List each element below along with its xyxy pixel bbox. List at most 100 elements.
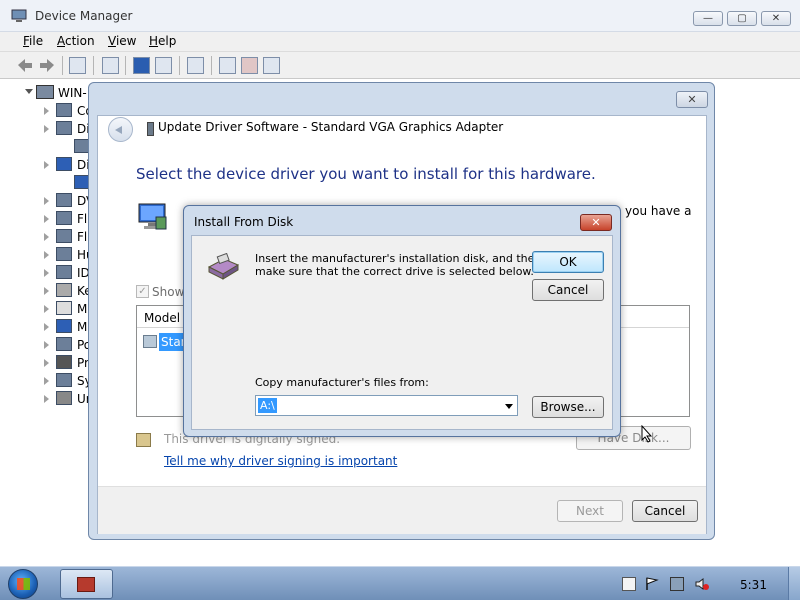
instruction-line-1: Insert the manufacturer's installation d… (255, 252, 542, 265)
cancel-button[interactable]: Cancel (632, 500, 698, 522)
usb-icon (56, 391, 72, 405)
display-adapter-icon (56, 157, 72, 171)
menu-action[interactable]: Action (57, 34, 95, 48)
computer-icon (36, 85, 54, 99)
path-value[interactable]: A:\ (258, 398, 277, 413)
back-arrow-icon[interactable] (16, 57, 34, 74)
dvd-drive-icon (56, 193, 72, 207)
network-icon[interactable] (670, 577, 684, 591)
monitor-icon (138, 203, 167, 230)
next-button[interactable]: Next (557, 500, 623, 522)
tree-root-label: WIN- (58, 86, 87, 100)
expand-arrow-icon[interactable] (44, 287, 49, 295)
title-bar: Device Manager — ▢ ✕ (0, 0, 800, 32)
show-desktop-button[interactable] (788, 567, 800, 600)
show-compatible-label: Show (152, 285, 185, 299)
expand-arrow-icon[interactable] (44, 359, 49, 367)
help-icon[interactable] (133, 57, 150, 74)
port-icon (56, 337, 72, 351)
expand-arrow-icon[interactable] (44, 251, 49, 259)
install-from-disk-client: Insert the manufacturer's installation d… (191, 235, 613, 430)
enable-device-icon[interactable] (263, 57, 280, 74)
tree-node-label: Fl (77, 230, 88, 244)
action-center-flag-icon[interactable] (645, 577, 659, 591)
toolbar-separator (93, 56, 94, 75)
toolbar-separator (211, 56, 212, 75)
ok-button[interactable]: OK (532, 251, 604, 273)
close-button[interactable]: ✕ (761, 11, 791, 26)
taskbar: 5:31 (0, 566, 800, 600)
expand-arrow-icon[interactable] (44, 305, 49, 313)
device-icon (56, 121, 72, 135)
show-hide-tree-icon[interactable] (69, 57, 86, 74)
expand-arrow-icon[interactable] (44, 215, 49, 223)
dialog-footer: Next Cancel (98, 486, 706, 534)
install-from-disk-close-button[interactable]: ✕ (580, 214, 612, 231)
signed-driver-icon (136, 433, 151, 447)
dropdown-arrow-icon[interactable] (505, 404, 513, 409)
update-driver-close-button[interactable]: ✕ (676, 91, 708, 108)
toolbar-separator (125, 56, 126, 75)
toolbar-separator (179, 56, 180, 75)
floppy-controller-icon (56, 229, 72, 243)
expand-arrow-icon[interactable] (44, 107, 49, 115)
partial-instruction-text: you have a (625, 204, 692, 218)
ide-controller-icon (56, 265, 72, 279)
menu-view[interactable]: View (108, 34, 136, 48)
expand-arrow-icon[interactable] (44, 269, 49, 277)
expand-arrow-icon[interactable] (44, 161, 49, 169)
browse-button[interactable]: Browse... (532, 396, 604, 418)
uninstall-icon[interactable] (241, 57, 258, 74)
hid-icon (56, 247, 72, 261)
model-header-label: Model (144, 311, 181, 325)
expand-arrow-icon[interactable] (44, 197, 49, 205)
path-combobox[interactable]: A:\ (255, 395, 518, 416)
driver-icon (143, 335, 157, 348)
show-compatible-checkbox[interactable]: ✓ (136, 285, 149, 298)
display-adapter-icon (147, 122, 154, 136)
page-heading: Select the device driver you want to ins… (136, 165, 596, 183)
device-manager-icon (11, 9, 27, 22)
device-manager-app-icon (77, 577, 95, 592)
properties-icon[interactable] (102, 57, 119, 74)
start-button[interactable] (8, 569, 38, 599)
expand-arrow-icon[interactable] (44, 395, 49, 403)
expand-arrow-icon[interactable] (44, 233, 49, 241)
install-from-disk-title: Install From Disk (194, 215, 294, 229)
tree-node-label: M (77, 320, 88, 334)
menu-bar: File Action View Help (0, 32, 800, 52)
action-pane-icon[interactable] (155, 57, 172, 74)
floppy-icon (56, 211, 72, 225)
toolbar-separator (62, 56, 63, 75)
forward-arrow-icon[interactable] (38, 57, 56, 74)
driver-signing-link[interactable]: Tell me why driver signing is important (164, 454, 397, 468)
expand-arrow-icon[interactable] (44, 377, 49, 385)
maximize-button[interactable]: ▢ (727, 11, 757, 26)
mouse-cursor-icon (641, 425, 653, 443)
minimize-button[interactable]: — (693, 11, 723, 26)
volume-muted-icon[interactable] (695, 577, 709, 591)
floppy-disk-icon (207, 253, 240, 280)
keyboard-icon (56, 283, 72, 297)
expand-arrow-icon[interactable] (44, 323, 49, 331)
system-clock[interactable]: 5:31 (740, 578, 767, 592)
menu-help[interactable]: Help (149, 34, 176, 48)
expand-arrow-icon[interactable] (44, 125, 49, 133)
toolbar (0, 52, 800, 79)
expand-arrow-icon[interactable] (25, 89, 33, 94)
scan-hardware-icon[interactable] (187, 57, 204, 74)
device-icon (56, 103, 72, 117)
menu-file[interactable]: File (23, 34, 43, 48)
expand-arrow-icon[interactable] (44, 341, 49, 349)
monitor-icon (56, 319, 72, 333)
taskbar-device-manager[interactable] (60, 569, 113, 599)
update-driver-icon[interactable] (219, 57, 236, 74)
processor-icon (56, 355, 72, 369)
cancel-button[interactable]: Cancel (532, 279, 604, 301)
install-from-disk-dialog: Install From Disk ✕ Insert the manufactu… (183, 205, 621, 437)
window-title: Device Manager (35, 9, 133, 23)
system-device-icon (56, 373, 72, 387)
tray-document-icon[interactable] (622, 577, 636, 591)
mouse-icon (56, 301, 72, 315)
back-button[interactable] (108, 117, 133, 142)
